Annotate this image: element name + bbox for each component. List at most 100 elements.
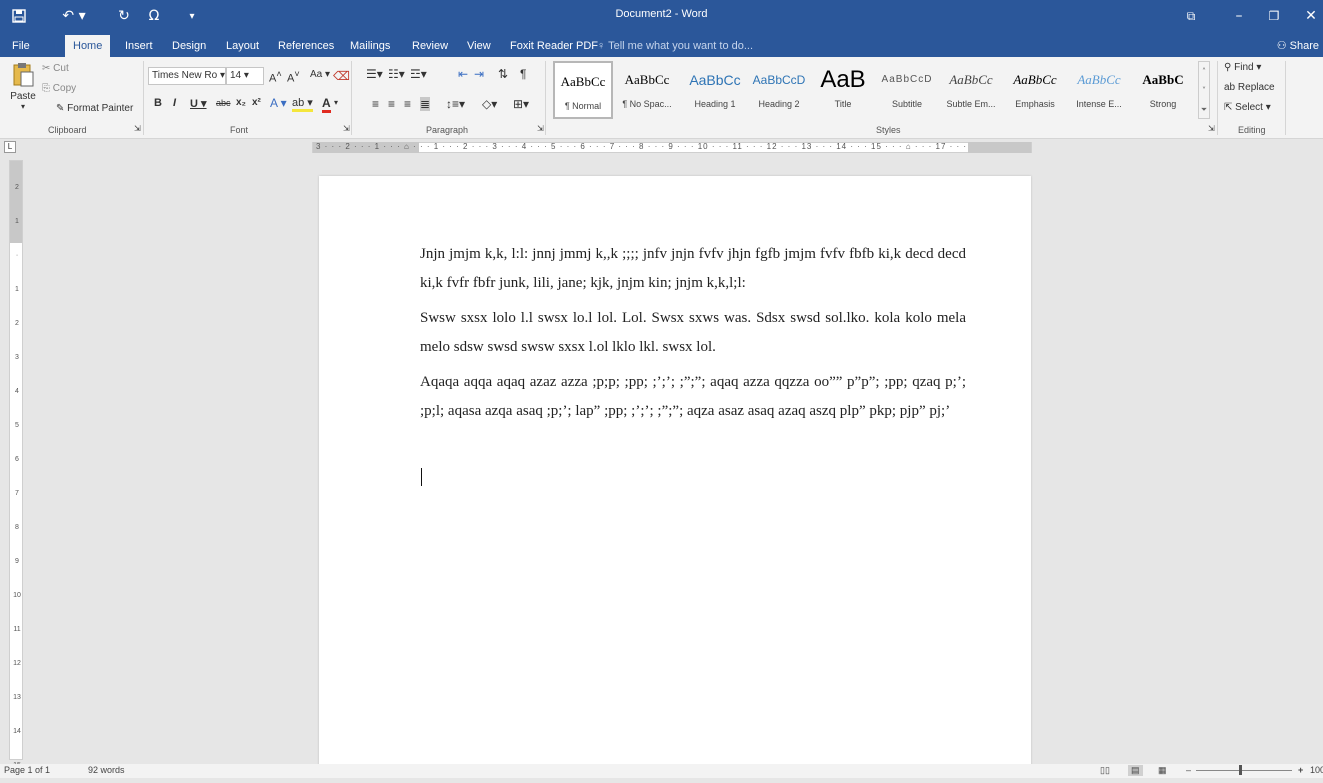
change-case-button[interactable]: Aa ▾ bbox=[310, 69, 330, 80]
clear-formatting-icon[interactable]: ⌫ bbox=[333, 69, 350, 83]
zoom-slider-thumb[interactable] bbox=[1239, 765, 1242, 775]
tab-file[interactable]: File bbox=[4, 35, 38, 57]
tab-insert[interactable]: Insert bbox=[117, 35, 161, 57]
ribbon: Paste ▾ ✂ Cut ⎘ Copy ✎ Format Painter Cl… bbox=[0, 57, 1323, 139]
restore-icon[interactable]: ❐ bbox=[1265, 4, 1283, 28]
font-name-dropdown[interactable]: Times New Ro ▾ bbox=[148, 67, 226, 85]
horizontal-ruler[interactable]: L 3 · · · 2 · · · 1 · · · ⌂ · · · 1 · · … bbox=[0, 139, 1323, 156]
minimize-icon[interactable]: – bbox=[1230, 4, 1248, 28]
style-subtle-emphasis[interactable]: AaBbCc Subtle Em... bbox=[941, 61, 1001, 119]
borders-icon[interactable]: ⊞▾ bbox=[513, 97, 529, 111]
tab-selector-icon[interactable]: L bbox=[4, 141, 16, 153]
tell-me-box[interactable]: ♀ Tell me what you want to do... bbox=[597, 35, 753, 57]
read-mode-icon[interactable]: ▯▯ bbox=[1100, 765, 1110, 776]
zoom-out-icon[interactable]: – bbox=[1186, 765, 1191, 775]
zoom-in-icon[interactable]: + bbox=[1298, 765, 1303, 775]
paragraph-group-label: Paragraph bbox=[426, 125, 469, 135]
paragraph[interactable]: Jnjn jmjm k,k, l:l: jnnj jmmj k,,k ;;;; … bbox=[420, 240, 966, 298]
subscript-icon[interactable]: x₂ bbox=[236, 97, 246, 108]
font-size-dropdown[interactable]: 14 ▾ bbox=[226, 67, 264, 85]
style-normal[interactable]: AaBbCc ¶ Normal bbox=[553, 61, 613, 119]
font-color-dropdown-icon[interactable]: ▾ bbox=[334, 98, 338, 107]
shading-icon[interactable]: ◇▾ bbox=[482, 97, 497, 111]
underline-icon[interactable]: U ▾ bbox=[190, 97, 207, 110]
format-painter-button[interactable]: ✎ Format Painter bbox=[56, 103, 133, 114]
style-name: Subtitle bbox=[891, 99, 923, 109]
style-name: Heading 2 bbox=[758, 99, 800, 109]
text-effects-icon[interactable]: A ▾ bbox=[270, 96, 287, 110]
shrink-font-icon[interactable]: A˅ bbox=[287, 69, 300, 85]
zoom-level[interactable]: 100% bbox=[1310, 765, 1323, 775]
tab-review[interactable]: Review bbox=[404, 35, 456, 57]
share-button[interactable]: ⚇ Share bbox=[1277, 35, 1319, 57]
paragraph[interactable]: Swsw sxsx lolo l.l swsx lo.l lol. Lol. S… bbox=[420, 304, 966, 362]
tab-home[interactable]: Home bbox=[65, 35, 111, 57]
vertical-scrollbar[interactable] bbox=[1315, 156, 1323, 764]
copy-button[interactable]: ⎘ Copy bbox=[42, 83, 76, 94]
decrease-indent-icon[interactable]: ⇤ bbox=[458, 67, 468, 81]
tab-design[interactable]: Design bbox=[164, 35, 214, 57]
tab-mailings[interactable]: Mailings bbox=[342, 35, 398, 57]
ribbon-display-icon[interactable]: ⧉ bbox=[1182, 4, 1200, 28]
select-button[interactable]: ⇱ Select ▾ bbox=[1224, 102, 1271, 113]
select-label: Select bbox=[1235, 102, 1263, 113]
tab-layout[interactable]: Layout bbox=[218, 35, 267, 57]
align-left-icon[interactable]: ≡ bbox=[372, 97, 379, 111]
clipboard-group-label: Clipboard bbox=[48, 125, 87, 135]
multilevel-list-icon[interactable]: ☲▾ bbox=[410, 67, 427, 81]
grow-font-icon[interactable]: A˄ bbox=[269, 69, 282, 85]
paste-dropdown-icon[interactable]: ▾ bbox=[8, 102, 38, 111]
show-marks-icon[interactable]: ¶ bbox=[520, 67, 526, 81]
italic-icon[interactable]: I bbox=[173, 97, 176, 109]
print-layout-icon[interactable]: ▤ bbox=[1128, 765, 1143, 776]
style-strong[interactable]: AaBbC Strong bbox=[1133, 61, 1193, 119]
bold-icon[interactable]: B bbox=[154, 97, 162, 109]
sort-icon[interactable]: ⇅ bbox=[498, 67, 508, 81]
replace-label: Replace bbox=[1237, 82, 1275, 93]
style-emphasis[interactable]: AaBbCc Emphasis bbox=[1005, 61, 1065, 119]
increase-indent-icon[interactable]: ⇥ bbox=[474, 67, 484, 81]
styles-scroll[interactable]: ˄ ˅ ⏷ bbox=[1198, 61, 1210, 119]
strikethrough-icon[interactable]: abc bbox=[216, 98, 231, 108]
replace-button[interactable]: ab Replace bbox=[1224, 82, 1275, 93]
style-subtitle[interactable]: AaBbCcD Subtitle bbox=[877, 61, 937, 119]
tab-references[interactable]: References bbox=[270, 35, 342, 57]
style-heading-2[interactable]: AaBbCcD Heading 2 bbox=[749, 61, 809, 119]
styles-launcher-icon[interactable]: ⇲ bbox=[1208, 124, 1215, 133]
paste-button[interactable]: Paste ▾ bbox=[8, 61, 38, 121]
style-heading-1[interactable]: AaBbCc Heading 1 bbox=[685, 61, 745, 119]
paragraph-launcher-icon[interactable]: ⇲ bbox=[537, 124, 544, 133]
font-color-icon[interactable]: A bbox=[322, 96, 331, 113]
document-body[interactable]: Jnjn jmjm k,k, l:l: jnnj jmmj k,,k ;;;; … bbox=[420, 240, 966, 432]
word-count[interactable]: 92 words bbox=[88, 765, 125, 775]
style-title[interactable]: AaB Title bbox=[813, 61, 873, 119]
format-painter-label: Format Painter bbox=[67, 103, 134, 114]
style-name: Title bbox=[834, 99, 852, 109]
close-icon[interactable]: ✕ bbox=[1302, 4, 1320, 28]
align-center-icon[interactable]: ≡ bbox=[388, 97, 395, 111]
tab-view[interactable]: View bbox=[459, 35, 499, 57]
style-intense-emphasis[interactable]: AaBbCc Intense E... bbox=[1069, 61, 1129, 119]
vertical-ruler[interactable]: 21·123456789101112131415 bbox=[9, 160, 23, 769]
style-no-spacing[interactable]: AaBbCc ¶ No Spac... bbox=[617, 61, 677, 119]
web-layout-icon[interactable]: ▦ bbox=[1158, 765, 1167, 776]
justify-icon[interactable]: ≣ bbox=[420, 97, 431, 111]
superscript-icon[interactable]: x² bbox=[252, 97, 261, 108]
cut-button[interactable]: ✂ Cut bbox=[42, 63, 69, 74]
line-spacing-icon[interactable]: ↕≡▾ bbox=[446, 97, 465, 111]
font-size-value: 14 bbox=[230, 70, 242, 81]
page-count[interactable]: Page 1 of 1 bbox=[4, 765, 50, 775]
align-right-icon[interactable]: ≡ bbox=[404, 97, 411, 111]
numbering-icon[interactable]: ☷▾ bbox=[388, 67, 405, 81]
style-name: Subtle Em... bbox=[946, 99, 996, 109]
font-group-label: Font bbox=[230, 125, 249, 135]
bullets-icon[interactable]: ☰▾ bbox=[366, 67, 383, 81]
clipboard-launcher-icon[interactable]: ⇲ bbox=[134, 124, 141, 133]
highlight-icon[interactable]: ab ▾ bbox=[292, 96, 313, 112]
style-preview: AaBbCc bbox=[949, 72, 993, 87]
paragraph[interactable]: Aqaqa aqqa aqaq azaz azza ;p;p; ;pp; ;’;… bbox=[420, 368, 966, 426]
zoom-slider[interactable] bbox=[1196, 770, 1292, 771]
find-button[interactable]: ⚲ Find ▾ bbox=[1224, 62, 1261, 73]
tab-foxit[interactable]: Foxit Reader PDF bbox=[502, 35, 606, 57]
font-launcher-icon[interactable]: ⇲ bbox=[343, 124, 350, 133]
